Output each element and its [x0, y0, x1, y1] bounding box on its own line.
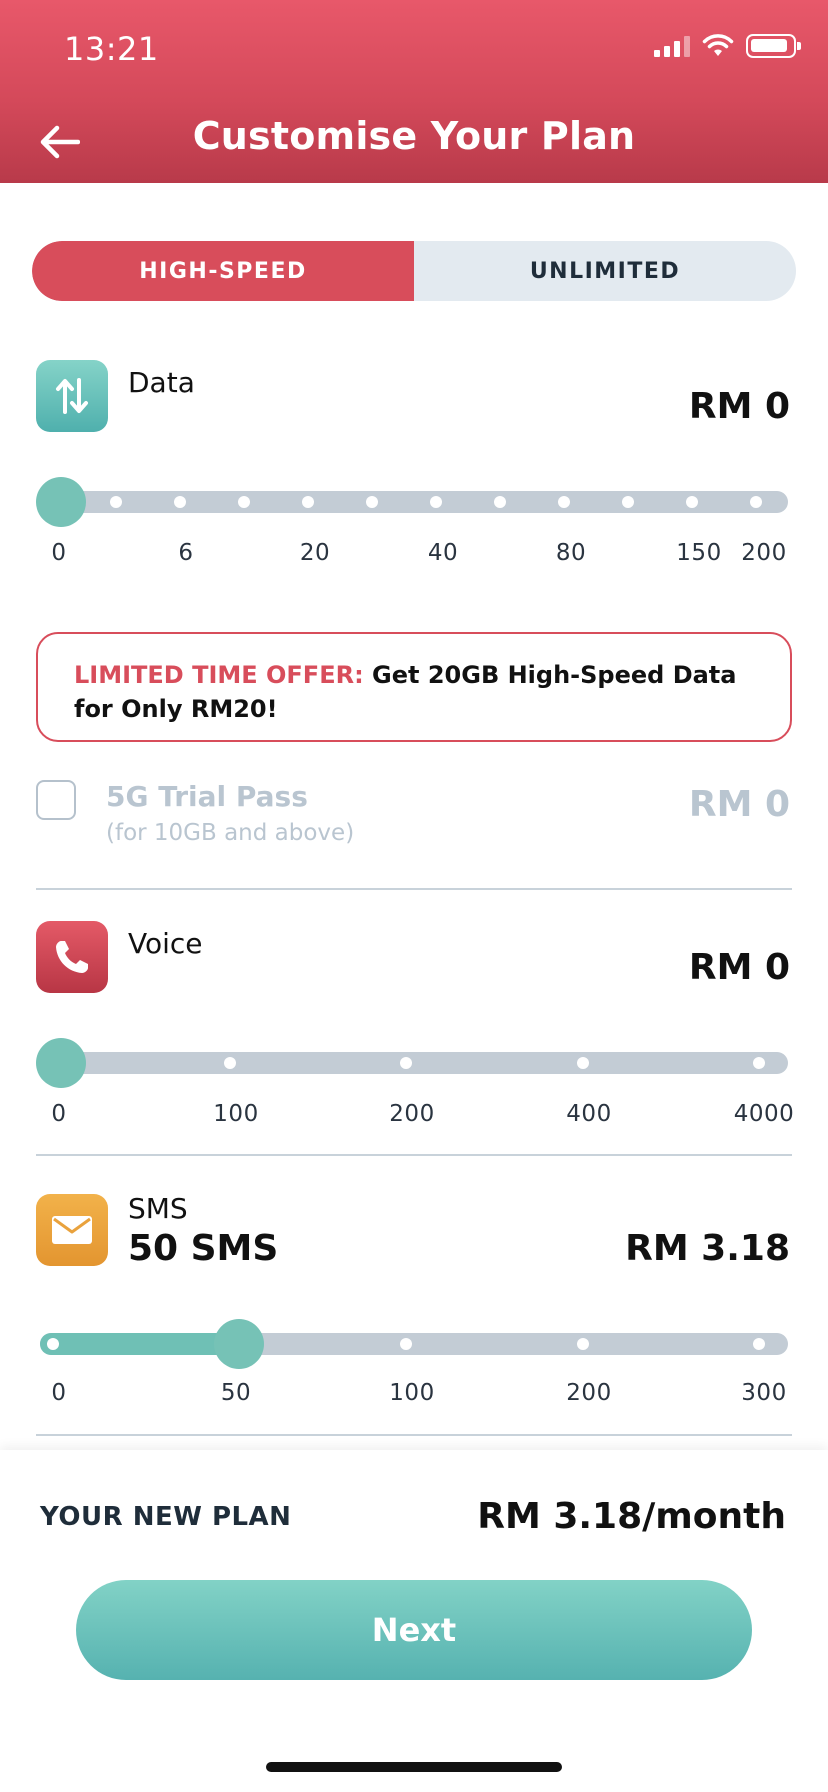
voice-label: Voice [128, 927, 203, 960]
slider-tick [47, 1338, 59, 1350]
sms-slider-fill [40, 1333, 240, 1355]
slider-tick [174, 496, 186, 508]
slider-tick [494, 496, 506, 508]
data-tick-label: 80 [555, 540, 587, 566]
divider [36, 1154, 792, 1156]
data-label: Data [128, 366, 195, 399]
sms-tick-label: 300 [741, 1380, 787, 1406]
data-transfer-icon [36, 360, 108, 432]
sms-section: SMS 50 SMS RM 3.18 0 50 100 200 300 [0, 1192, 828, 1414]
slider-tick [400, 1338, 412, 1350]
status-icons [654, 34, 801, 58]
offer-highlight: LIMITED TIME OFFER: [74, 661, 364, 689]
app-header: 13:21 Customise Your Plan [0, 0, 828, 183]
voice-price: RM 0 [688, 947, 790, 988]
status-time: 13:21 [64, 30, 159, 68]
tab-high-speed[interactable]: HIGH-SPEED [32, 241, 414, 301]
sms-tick-label: 100 [389, 1380, 435, 1406]
voice-slider-handle[interactable] [36, 1038, 86, 1088]
slider-tick [558, 496, 570, 508]
data-tick-label: 150 [676, 540, 722, 566]
slider-tick [750, 496, 762, 508]
cellular-signal-icon [654, 35, 690, 57]
envelope-icon [36, 1194, 108, 1266]
data-slider-handle[interactable] [36, 477, 86, 527]
voice-section: Voice RM 0 0 100 200 400 4000 [0, 921, 828, 1131]
data-tick-label: 40 [427, 540, 459, 566]
slider-tick [238, 496, 250, 508]
slider-tick [302, 496, 314, 508]
next-button[interactable]: Next [76, 1580, 752, 1680]
slider-tick [753, 1057, 765, 1069]
divider [36, 888, 792, 890]
slider-tick [430, 496, 442, 508]
sms-label: SMS [128, 1192, 188, 1225]
voice-tick-label: 100 [213, 1101, 259, 1127]
sms-tick-label: 50 [220, 1380, 252, 1406]
tab-unlimited[interactable]: UNLIMITED [414, 241, 796, 301]
new-plan-price: RM 3.18/month [477, 1496, 786, 1537]
plan-summary-footer: YOUR NEW PLAN RM 3.18/month Next [0, 1450, 828, 1792]
slider-tick [622, 496, 634, 508]
limited-offer-banner[interactable]: LIMITED TIME OFFER: Get 20GB High-Speed … [36, 632, 792, 742]
sms-tick-label: 0 [51, 1380, 67, 1406]
slider-tick [577, 1338, 589, 1350]
voice-slider[interactable] [36, 1038, 788, 1088]
data-tick-label: 0 [51, 540, 67, 566]
voice-tick-label: 200 [389, 1101, 435, 1127]
data-price: RM 0 [688, 386, 790, 427]
voice-tick-label: 4000 [733, 1101, 795, 1127]
slider-tick [224, 1057, 236, 1069]
slider-tick [110, 496, 122, 508]
plan-type-toggle: HIGH-SPEED UNLIMITED [32, 241, 796, 301]
page-title: Customise Your Plan [192, 114, 636, 158]
trial-pass-price: RM 0 [688, 784, 790, 825]
trial-pass-checkbox[interactable] [36, 780, 76, 820]
trial-pass-note: (for 10GB and above) [106, 820, 355, 846]
phone-icon [36, 921, 108, 993]
battery-icon [746, 34, 801, 58]
data-tick-label: 20 [299, 540, 331, 566]
sms-price: RM 3.18 [625, 1228, 790, 1269]
wifi-icon [702, 34, 734, 56]
slider-tick [686, 496, 698, 508]
sms-slider[interactable] [40, 1319, 788, 1369]
voice-tick-label: 400 [566, 1101, 612, 1127]
sms-slider-handle[interactable] [214, 1319, 264, 1369]
sms-tick-label: 200 [566, 1380, 612, 1406]
new-plan-label: YOUR NEW PLAN [40, 1502, 292, 1532]
slider-tick [400, 1057, 412, 1069]
sms-selection: 50 SMS [128, 1228, 279, 1269]
voice-tick-label: 0 [51, 1101, 67, 1127]
trial-pass-title: 5G Trial Pass [106, 780, 308, 813]
home-indicator[interactable] [266, 1762, 562, 1772]
slider-tick [366, 496, 378, 508]
divider [36, 1434, 792, 1436]
data-slider[interactable] [36, 477, 788, 527]
data-section: Data RM 0 0 6 20 40 80 150 200 [0, 360, 828, 570]
slider-tick [753, 1338, 765, 1350]
slider-tick [577, 1057, 589, 1069]
data-tick-label: 6 [178, 540, 194, 566]
data-tick-label: 200 [741, 540, 787, 566]
